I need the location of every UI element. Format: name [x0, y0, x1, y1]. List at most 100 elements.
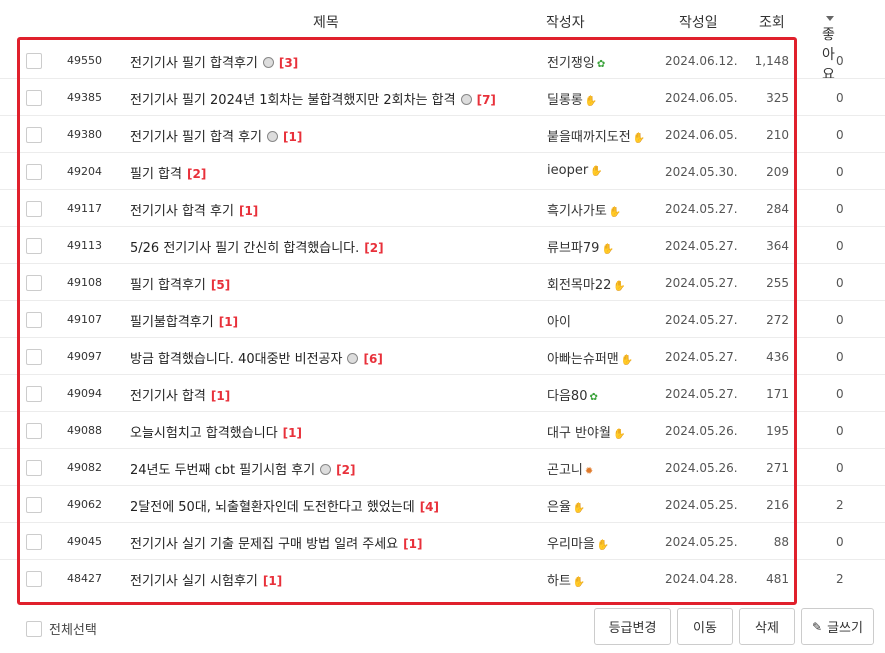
- post-author[interactable]: 딜롱롱 ✋: [547, 89, 597, 108]
- row-checkbox[interactable]: [26, 238, 42, 254]
- post-title-link[interactable]: 방금 합격했습니다. 40대중반 비전공자 [6]: [130, 348, 383, 367]
- post-views: 195: [766, 424, 789, 438]
- post-author[interactable]: ieoper ✋: [547, 163, 603, 178]
- post-likes: 2: [836, 572, 844, 586]
- image-attachment-icon: [347, 353, 359, 364]
- post-author[interactable]: 곤고니 ✹: [547, 459, 593, 478]
- table-row: 49045 전기기사 실기 기출 문제집 구매 방법 일려 주세요 [1] 우리마…: [0, 523, 885, 560]
- comment-count[interactable]: [2]: [364, 241, 383, 255]
- post-title-text: 전기기사 합격: [130, 389, 206, 404]
- select-all[interactable]: 전체선택: [26, 619, 97, 638]
- table-row: 49117 전기기사 합격 후기 [1] 흑기사가토 ✋ 2024.05.27. 2…: [0, 190, 885, 227]
- comment-count[interactable]: [1]: [219, 315, 238, 329]
- post-author[interactable]: 아이: [547, 311, 571, 330]
- row-checkbox[interactable]: [26, 312, 42, 328]
- comment-count[interactable]: [5]: [211, 278, 230, 292]
- row-checkbox[interactable]: [26, 534, 42, 550]
- post-title-link[interactable]: 전기기사 합격 후기 [1]: [130, 200, 258, 219]
- post-likes: 0: [836, 239, 844, 253]
- author-name: 우리마을: [547, 537, 595, 552]
- row-checkbox[interactable]: [26, 497, 42, 513]
- post-title-text: 전기기사 합격 후기: [130, 204, 234, 219]
- post-title-link[interactable]: 24년도 두번째 cbt 필기시험 후기 [2]: [130, 459, 355, 478]
- post-date: 2024.05.27.: [665, 239, 738, 253]
- table-row: 49108 필기 합격후기 [5] 회전목마22 ✋ 2024.05.27. 255…: [0, 264, 885, 301]
- post-title-link[interactable]: 전기기사 필기 2024년 1회차는 불합격했지만 2회차는 합격 [7]: [130, 89, 496, 108]
- write-button[interactable]: ✎ 글쓰기: [801, 608, 874, 645]
- post-date: 2024.06.05.: [665, 91, 738, 105]
- comment-count[interactable]: [1]: [263, 574, 282, 588]
- post-author[interactable]: 대구 반야월 ✋: [547, 422, 625, 441]
- post-title-link[interactable]: 전기기사 합격 [1]: [130, 385, 230, 404]
- row-checkbox[interactable]: [26, 201, 42, 217]
- comment-count[interactable]: [1]: [283, 130, 302, 144]
- post-date: 2024.06.12.: [665, 54, 738, 68]
- post-title-link[interactable]: 5/26 전기기사 필기 간신히 합격했습니다. [2]: [130, 237, 384, 256]
- post-author[interactable]: 회전목마22 ✋: [547, 274, 626, 293]
- author-name: 붙을때까지도전: [547, 130, 631, 145]
- row-checkbox[interactable]: [26, 386, 42, 402]
- post-title-link[interactable]: 오늘시험치고 합격했습니다 [1]: [130, 422, 302, 441]
- image-attachment-icon: [267, 131, 278, 142]
- move-button[interactable]: 이동: [677, 608, 733, 645]
- author-name: 하트: [547, 574, 571, 589]
- post-views: 1,148: [754, 54, 789, 68]
- select-all-checkbox[interactable]: [26, 620, 42, 637]
- row-checkbox[interactable]: [26, 571, 42, 587]
- post-author[interactable]: 전기쟁잉 ✿: [547, 52, 605, 71]
- post-author[interactable]: 다음80 ✿: [547, 385, 598, 404]
- row-checkbox[interactable]: [26, 127, 42, 143]
- post-title-text: 전기기사 필기 2024년 1회차는 불합격했지만 2회차는 합격: [130, 93, 456, 108]
- row-checkbox[interactable]: [26, 460, 42, 476]
- row-checkbox[interactable]: [26, 164, 42, 180]
- row-checkbox[interactable]: [26, 423, 42, 439]
- post-title-link[interactable]: 전기기사 실기 기출 문제집 구매 방법 일려 주세요 [1]: [130, 533, 422, 552]
- post-author[interactable]: 흑기사가토 ✋: [547, 200, 621, 219]
- post-views: 272: [766, 313, 789, 327]
- post-title-link[interactable]: 필기불합격후기 [1]: [130, 311, 238, 330]
- comment-count[interactable]: [1]: [403, 537, 422, 551]
- post-title-text: 필기불합격후기: [130, 315, 214, 330]
- post-author[interactable]: 하트 ✋: [547, 570, 585, 589]
- post-title-text: 방금 합격했습니다. 40대중반 비전공자: [130, 352, 343, 367]
- post-views: 481: [766, 572, 789, 586]
- table-row: 49550 전기기사 필기 합격후기 [3] 전기쟁잉 ✿ 2024.06.12. …: [0, 42, 885, 79]
- post-title-text: 전기기사 실기 시험후기: [130, 574, 258, 589]
- post-title-link[interactable]: 2달전에 50대, 뇌출혈환자인데 도전한다고 했었는데 [4]: [130, 496, 439, 515]
- post-title-link[interactable]: 필기 합격 [2]: [130, 163, 206, 182]
- row-checkbox[interactable]: [26, 53, 42, 69]
- comment-count[interactable]: [2]: [187, 167, 206, 181]
- author-name: 대구 반야월: [547, 426, 611, 441]
- post-author[interactable]: 아빠는슈퍼맨 ✋: [547, 348, 633, 367]
- comment-count[interactable]: [2]: [336, 463, 355, 477]
- grade-change-button[interactable]: 등급변경: [594, 608, 671, 645]
- row-checkbox[interactable]: [26, 349, 42, 365]
- post-author[interactable]: 붙을때까지도전 ✋: [547, 126, 645, 145]
- post-author[interactable]: 류브파79 ✋: [547, 237, 614, 256]
- comment-count[interactable]: [7]: [477, 93, 496, 107]
- table-row: 49062 2달전에 50대, 뇌출혈환자인데 도전한다고 했었는데 [4] 은율…: [0, 486, 885, 523]
- comment-count[interactable]: [6]: [363, 352, 382, 366]
- post-author[interactable]: 은율 ✋: [547, 496, 585, 515]
- row-checkbox[interactable]: [26, 275, 42, 291]
- delete-button[interactable]: 삭제: [739, 608, 795, 645]
- comment-count[interactable]: [1]: [211, 389, 230, 403]
- table-row: 49385 전기기사 필기 2024년 1회차는 불합격했지만 2회차는 합격 […: [0, 79, 885, 116]
- header-likes-sort[interactable]: 좋아요: [822, 12, 835, 83]
- post-title-link[interactable]: 전기기사 필기 합격 후기 [1]: [130, 126, 302, 145]
- post-views: 325: [766, 91, 789, 105]
- comment-count[interactable]: [4]: [420, 500, 439, 514]
- post-date: 2024.05.27.: [665, 276, 738, 290]
- row-checkbox[interactable]: [26, 90, 42, 106]
- select-all-label: 전체선택: [49, 623, 97, 638]
- hand-icon: ✋: [596, 540, 610, 551]
- post-author[interactable]: 우리마을 ✋: [547, 533, 609, 552]
- post-title-link[interactable]: 전기기사 실기 시험후기 [1]: [130, 570, 282, 589]
- comment-count[interactable]: [1]: [239, 204, 258, 218]
- header-author: 작성자: [546, 15, 585, 31]
- post-title-link[interactable]: 전기기사 필기 합격후기 [3]: [130, 52, 298, 71]
- comment-count[interactable]: [1]: [283, 426, 302, 440]
- post-title-link[interactable]: 필기 합격후기 [5]: [130, 274, 230, 293]
- comment-count[interactable]: [3]: [279, 56, 298, 70]
- table-row: 49094 전기기사 합격 [1] 다음80 ✿ 2024.05.27. 171 0: [0, 375, 885, 412]
